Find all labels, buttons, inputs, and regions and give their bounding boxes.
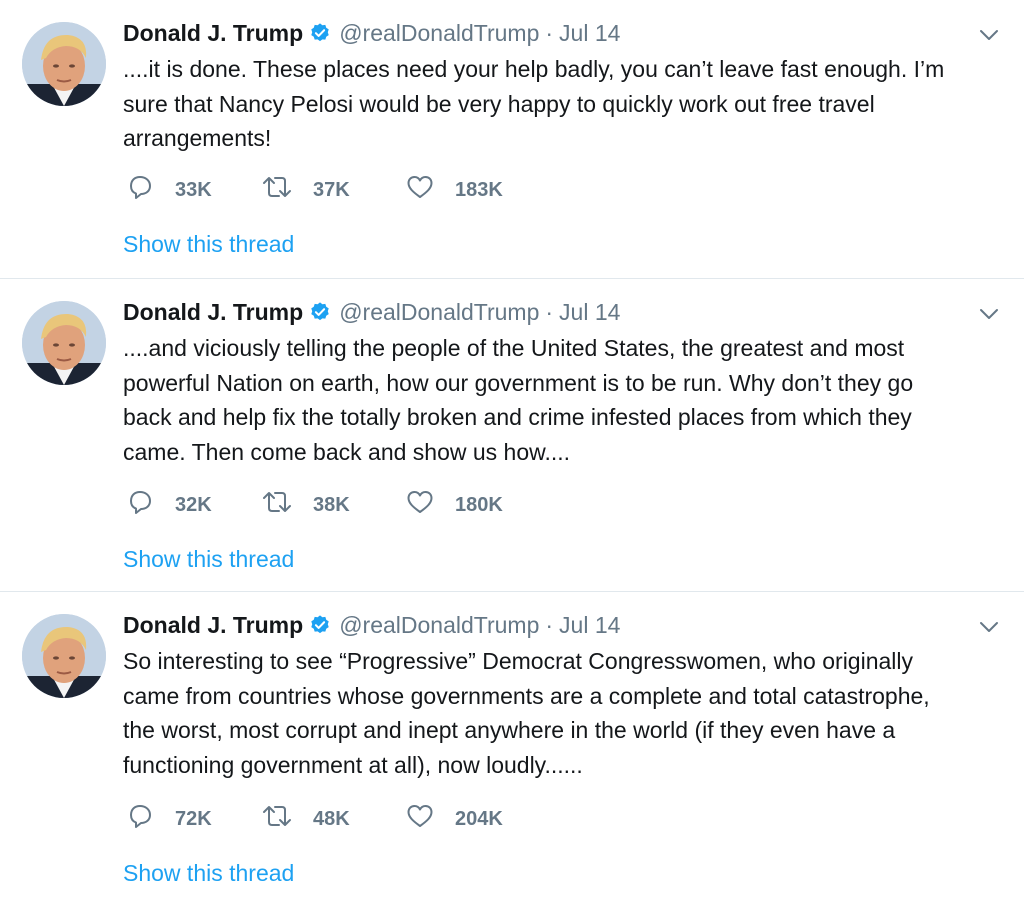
tweet-actions: 33K 37K 183K: [123, 174, 623, 206]
tweet-text-line: ....it is done. These places need your h…: [123, 56, 945, 82]
separator-dot: ·: [545, 612, 554, 638]
user-handle[interactable]: @realDonaldTrump: [339, 612, 539, 638]
user-handle[interactable]: @realDonaldTrump: [339, 20, 539, 46]
reply-button[interactable]: 33K: [125, 174, 212, 206]
like-count: 180K: [455, 493, 503, 516]
retweet-count: 48K: [313, 807, 350, 830]
avatar[interactable]: [22, 301, 106, 385]
tweet-text-line: came. Then come back and show us how....: [123, 438, 571, 465]
tweet-text: So interesting to see “Progressive” Demo…: [123, 644, 1008, 782]
heart-icon: [405, 801, 455, 837]
tweet[interactable]: Donald J. Trump @realDonaldTrump · Jul 14 S…: [0, 591, 1024, 899]
heart-icon: [405, 172, 455, 208]
tweet-actions: 32K 38K 180K: [123, 489, 623, 521]
tweet[interactable]: Donald J. Trump @realDonaldTrump · Jul 14 .…: [0, 278, 1024, 591]
like-count: 204K: [455, 807, 503, 830]
chevron-down-icon[interactable]: [978, 24, 1000, 46]
tweet-date[interactable]: Jul 14: [559, 299, 620, 325]
tweet-text-line: arrangements!: [123, 125, 272, 151]
tweet-text-line: powerful Nation on earth, how our govern…: [123, 369, 914, 396]
tweet-text-line: back and help fix the totally broken and…: [123, 404, 912, 430]
avatar[interactable]: [22, 614, 106, 698]
display-name[interactable]: Donald J. Trump: [123, 20, 303, 46]
retweet-icon: [261, 172, 313, 208]
profile-photo: [22, 614, 106, 698]
reply-button[interactable]: 32K: [125, 489, 212, 521]
tweet-text-line: functioning government at all), now loud…: [123, 751, 583, 778]
verified-badge-icon: [309, 20, 331, 52]
tweet-header: Donald J. Trump @realDonaldTrump · Jul 14: [123, 609, 620, 641]
tweet-text-line: sure that Nancy Pelosi would be very hap…: [123, 90, 875, 117]
retweet-count: 38K: [313, 493, 350, 516]
retweet-button[interactable]: 37K: [261, 174, 350, 206]
tweet-text-line: the worst, most corrupt and inept anywhe…: [123, 717, 896, 743]
verified-badge-icon: [309, 299, 331, 331]
retweet-icon: [261, 487, 313, 523]
chevron-down-icon[interactable]: [978, 616, 1000, 638]
tweet-text: ....and viciously telling the people of …: [123, 331, 1008, 469]
retweet-count: 37K: [313, 178, 350, 201]
tweet-text-line: came from countries whose governments ar…: [123, 682, 930, 709]
tweet-actions: 72K 48K 204K: [123, 803, 623, 835]
like-button[interactable]: 204K: [405, 803, 503, 835]
avatar[interactable]: [22, 22, 106, 106]
tweet-feed: Donald J. Trump @realDonaldTrump · Jul 14 .…: [0, 0, 1024, 899]
verified-badge-icon: [309, 612, 331, 644]
user-handle[interactable]: @realDonaldTrump: [339, 299, 539, 325]
tweet-header: Donald J. Trump @realDonaldTrump · Jul 14: [123, 296, 620, 328]
like-button[interactable]: 180K: [405, 489, 503, 521]
reply-icon: [125, 172, 175, 208]
show-thread-link[interactable]: Show this thread: [123, 543, 294, 575]
like-button[interactable]: 183K: [405, 174, 503, 206]
tweet[interactable]: Donald J. Trump @realDonaldTrump · Jul 14 .…: [0, 0, 1024, 278]
reply-count: 32K: [175, 493, 212, 516]
reply-icon: [125, 487, 175, 523]
separator-dot: ·: [545, 20, 554, 46]
tweet-text-line: So interesting to see “Progressive” Demo…: [123, 648, 914, 674]
tweet-text-line: ....and viciously telling the people of …: [123, 335, 905, 361]
reply-count: 72K: [175, 807, 212, 830]
profile-photo: [22, 22, 106, 106]
reply-count: 33K: [175, 178, 212, 201]
tweet-text: ....it is done. These places need your h…: [123, 52, 1008, 156]
show-thread-link[interactable]: Show this thread: [123, 857, 294, 889]
separator-dot: ·: [545, 299, 554, 325]
reply-icon: [125, 801, 175, 837]
profile-photo: [22, 301, 106, 385]
chevron-down-icon[interactable]: [978, 303, 1000, 325]
retweet-button[interactable]: 48K: [261, 803, 350, 835]
tweet-date[interactable]: Jul 14: [559, 612, 620, 638]
reply-button[interactable]: 72K: [125, 803, 212, 835]
tweet-header: Donald J. Trump @realDonaldTrump · Jul 14: [123, 17, 620, 49]
heart-icon: [405, 487, 455, 523]
retweet-icon: [261, 801, 313, 837]
tweet-date[interactable]: Jul 14: [559, 20, 620, 46]
retweet-button[interactable]: 38K: [261, 489, 350, 521]
display-name[interactable]: Donald J. Trump: [123, 612, 303, 638]
like-count: 183K: [455, 178, 503, 201]
show-thread-link[interactable]: Show this thread: [123, 228, 294, 260]
display-name[interactable]: Donald J. Trump: [123, 299, 303, 325]
